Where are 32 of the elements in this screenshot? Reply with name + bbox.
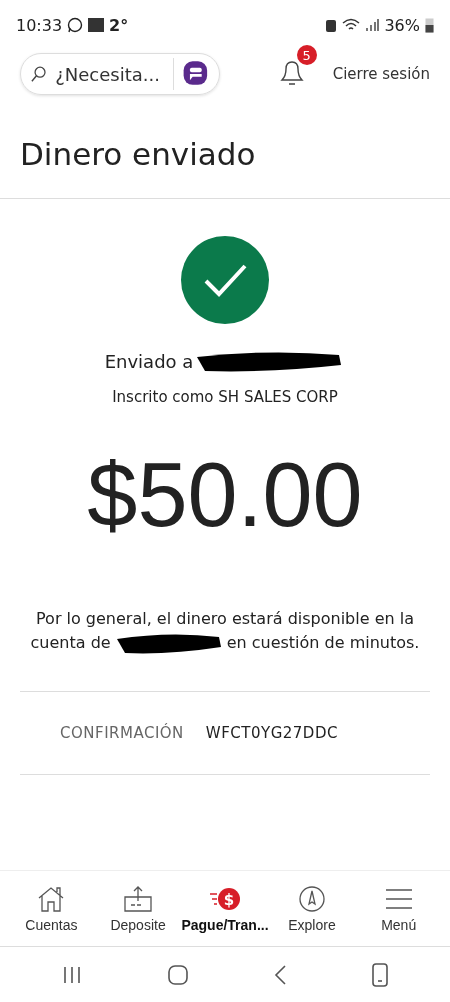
amount: $50.00	[87, 444, 363, 547]
page-title: Dinero enviado	[0, 98, 450, 199]
compass-icon	[296, 884, 327, 913]
battery-icon	[425, 17, 434, 33]
sent-to-label: Enviado a	[104, 350, 194, 372]
enrolled-name: Inscrito como SH SALES CORP	[112, 388, 338, 406]
deposit-icon	[123, 884, 154, 913]
confirmation-label: CONFIRMACIÓN	[60, 724, 184, 742]
signal-icon	[365, 18, 380, 32]
notification-badge: 5	[296, 45, 317, 65]
confirmation-number: WFCT0YG27DDC	[205, 724, 338, 742]
nav-tab[interactable]: $ Pague/Tran...	[181, 871, 269, 946]
nav-tab[interactable]: Explore	[268, 871, 356, 946]
check-circle-icon	[181, 236, 269, 324]
availability-note: Por lo general, el dinero estará disponible en la	[36, 608, 414, 630]
availability-note: en cuestión de minutos.	[226, 632, 420, 654]
status-time: 10:33	[16, 15, 63, 35]
wifi-icon	[342, 18, 361, 32]
home-icon[interactable]	[166, 963, 189, 986]
back-icon[interactable]	[273, 963, 288, 986]
battery-saver-icon	[325, 17, 338, 33]
availability-note: cuenta de	[30, 632, 111, 654]
nav-tab[interactable]: Menú	[355, 871, 442, 946]
battery-percent: 36%	[384, 15, 420, 35]
phone-icon[interactable]	[371, 962, 388, 987]
temperature: 2°	[109, 15, 129, 35]
app-icon	[88, 18, 105, 32]
nav-tab[interactable]: Deposite	[94, 871, 182, 946]
nav-tab[interactable]: Cuentas	[8, 871, 95, 946]
recent-apps-icon[interactable]	[62, 964, 83, 985]
logout-link[interactable]: Cierre sesión	[332, 65, 430, 83]
search-icon	[31, 65, 48, 83]
